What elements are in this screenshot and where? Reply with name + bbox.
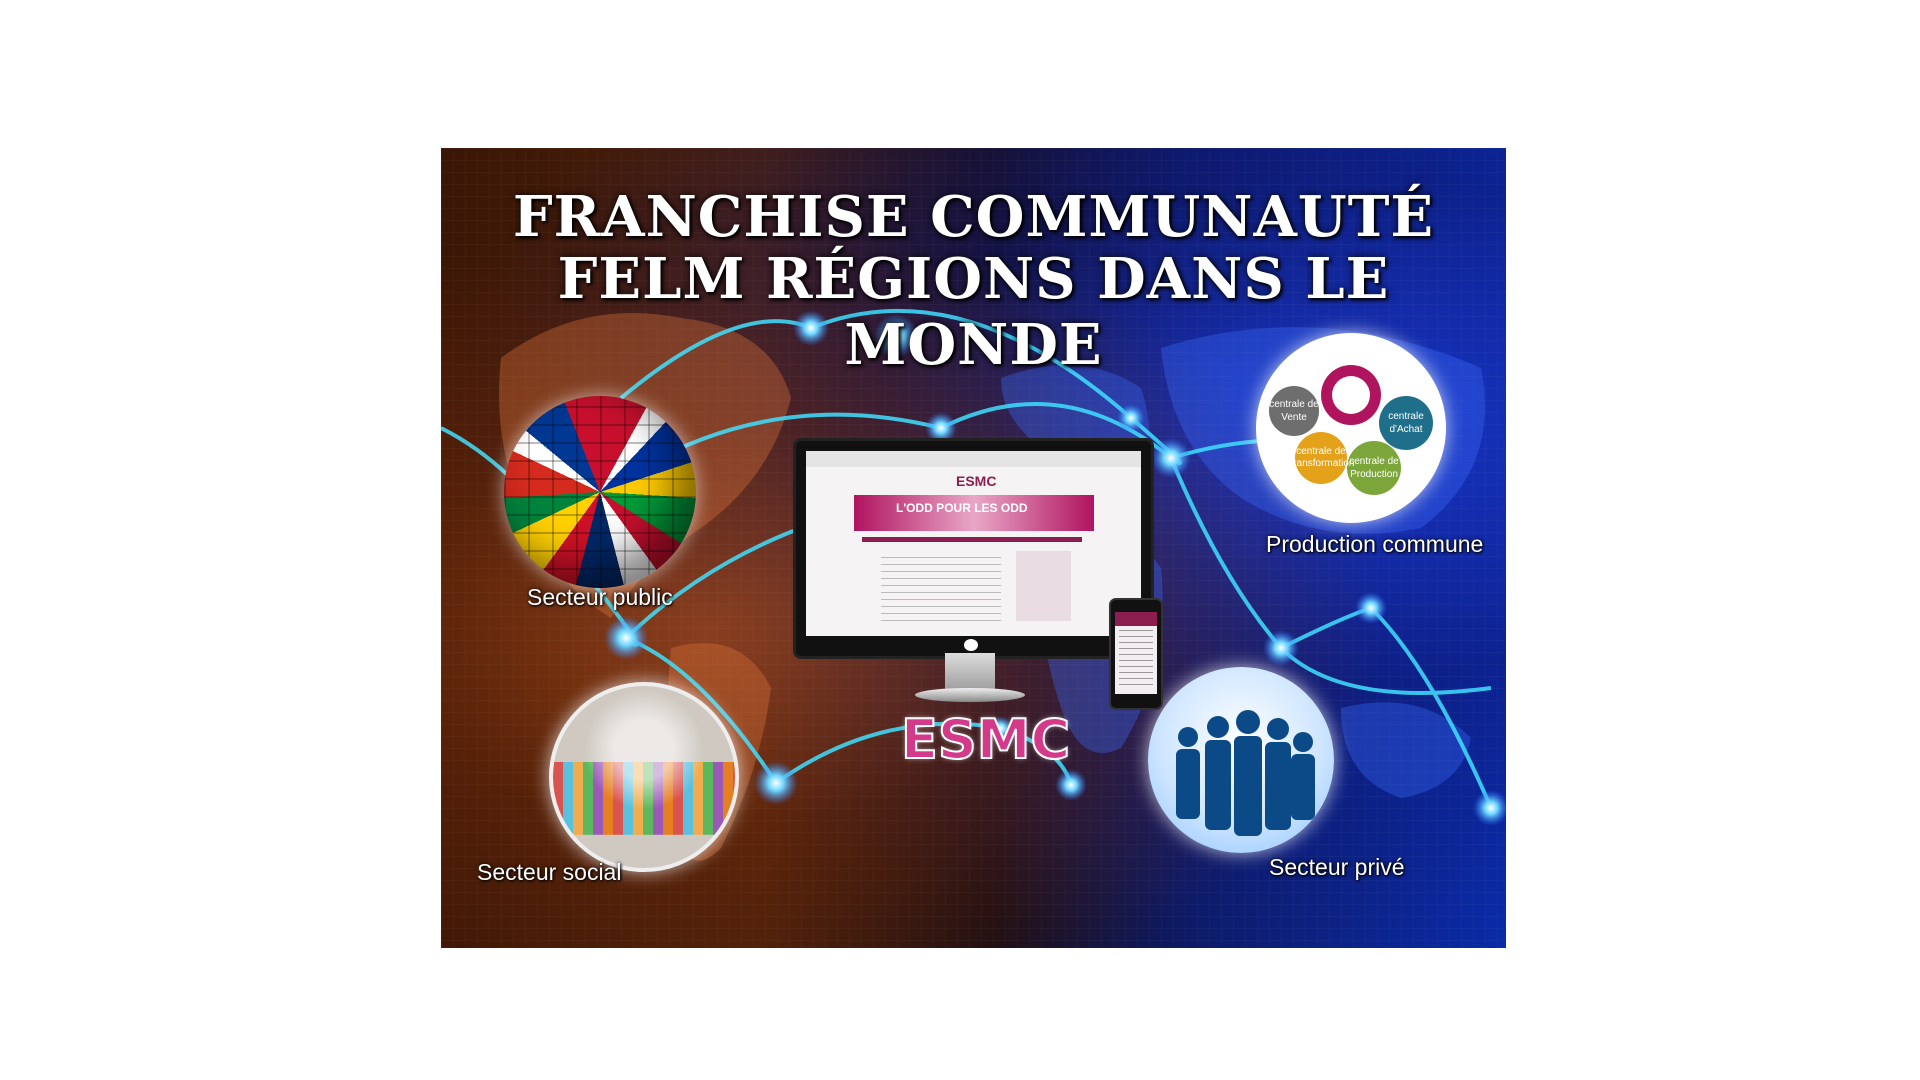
- segment-4-big: Production: [1350, 469, 1398, 480]
- monitor-base: [915, 688, 1025, 702]
- segment-2-small: centrale: [1388, 411, 1424, 422]
- desktop-monitor: ESMC L'ODD POUR LES ODD: [793, 438, 1154, 659]
- segment-3-big: Transformation: [1288, 458, 1355, 469]
- social-sector-photo: [549, 682, 739, 872]
- smartphone: [1109, 598, 1163, 710]
- label-production-commune: Production commune: [1266, 531, 1484, 557]
- esmc-logo: ESMC: [900, 707, 1071, 772]
- screen-banner: L'ODD POUR LES ODD: [896, 501, 1028, 515]
- private-sector-photo: [1148, 667, 1334, 853]
- screen-site-title: ESMC: [956, 473, 997, 489]
- business-silhouettes: [1176, 710, 1315, 836]
- segment-1-big: Vente: [1281, 412, 1307, 423]
- segment-1-small: centrale de: [1269, 399, 1319, 410]
- production-diagram: centrale de Vente centrale d'Achat centr…: [1256, 333, 1446, 523]
- poster-title-line-1: FRANCHISE COMMUNAUTÉ: [512, 184, 1435, 250]
- flag-globe-image: [504, 396, 696, 588]
- website-screenshot: ESMC L'ODD POUR LES ODD: [806, 451, 1141, 636]
- poster: FRANCHISE COMMUNAUTÉ FELM RÉGIONS DANS L…: [441, 148, 1506, 948]
- label-public-sector: Secteur public: [527, 584, 673, 610]
- production-segments: centrale de Vente centrale d'Achat centr…: [1269, 365, 1433, 495]
- segment-3-small: centrale de: [1296, 446, 1346, 457]
- segment-2-big: d'Achat: [1389, 424, 1422, 435]
- label-social-sector: Secteur social: [477, 859, 622, 885]
- segment-4-small: centrale de: [1349, 456, 1399, 467]
- label-private-sector: Secteur privé: [1269, 854, 1405, 880]
- monitor-stand: [945, 653, 995, 693]
